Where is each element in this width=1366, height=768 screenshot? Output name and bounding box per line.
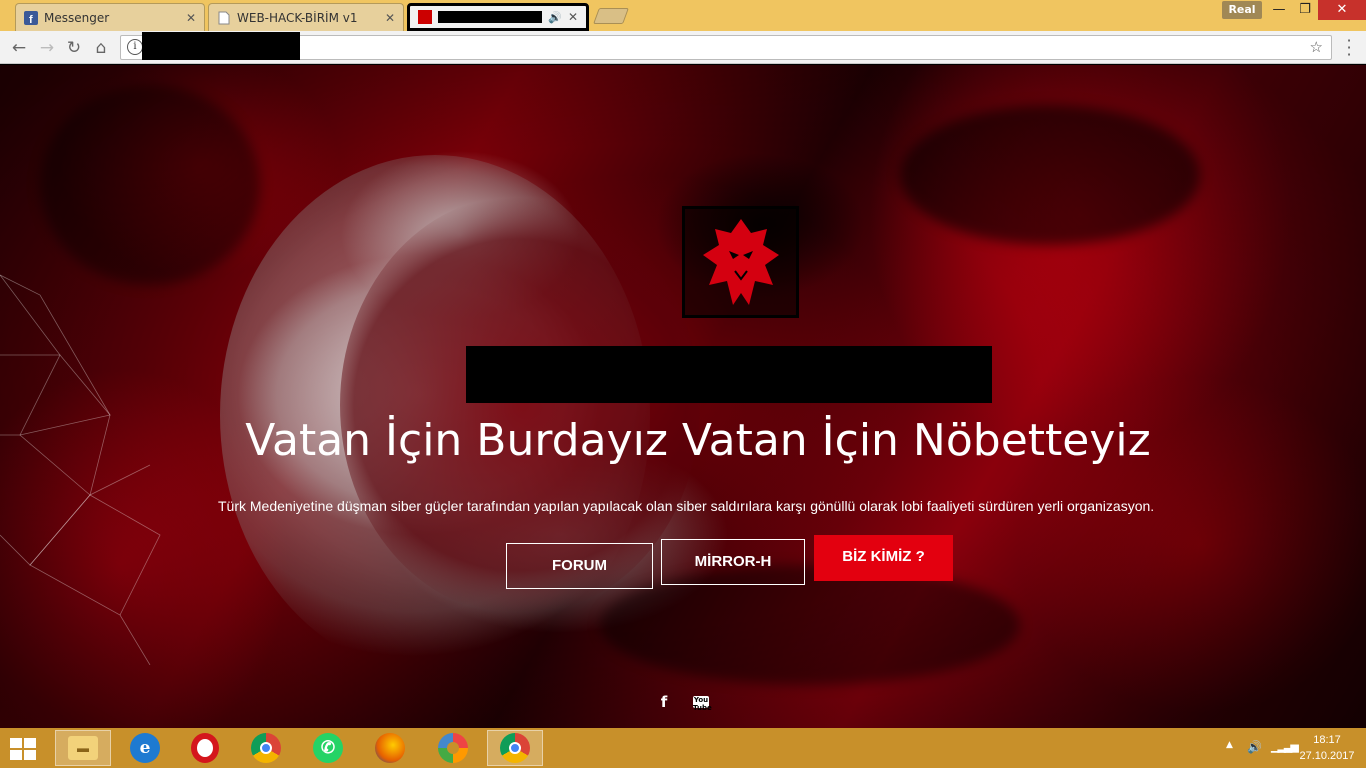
- tab-title: WEB-HACK-BİRİM v1: [237, 10, 358, 25]
- tab-web-hack[interactable]: WEB-HACK-BİRİM v1 ✕: [208, 3, 404, 31]
- facebook-icon[interactable]: f: [655, 693, 673, 711]
- close-icon[interactable]: ✕: [186, 11, 196, 25]
- opera-icon[interactable]: [177, 730, 233, 766]
- new-tab-button[interactable]: [593, 8, 629, 24]
- brand-title-redacted: [466, 346, 992, 403]
- picasa-icon[interactable]: [425, 730, 481, 766]
- firefox-icon[interactable]: [362, 730, 418, 766]
- browser-toolbar: ← → ↻ ⌂ i ☆ · · ·: [0, 31, 1366, 64]
- page-icon: [218, 11, 230, 24]
- tab-title: Messenger: [44, 10, 110, 25]
- bookmark-star-icon[interactable]: ☆: [1310, 38, 1323, 56]
- whatsapp-icon[interactable]: ✆: [300, 730, 356, 766]
- speaker-icon[interactable]: 🔊: [548, 11, 562, 24]
- tab-title-redacted: [438, 11, 543, 23]
- close-icon[interactable]: ✕: [385, 11, 395, 25]
- forum-button[interactable]: FORUM: [506, 543, 653, 589]
- youtube-icon[interactable]: You Tube: [693, 696, 712, 712]
- reload-icon[interactable]: ↻: [63, 37, 85, 59]
- hero-headline: Vatan İçin Burdayız Vatan İçin Nöbetteyi…: [245, 415, 1151, 466]
- back-arrow-icon[interactable]: ←: [8, 37, 30, 59]
- facebook-icon: f: [24, 10, 38, 25]
- clock-date: 27.10.2017: [1299, 750, 1355, 762]
- hero-subline: Türk Medeniyetine düşman siber güçler ta…: [218, 498, 1155, 514]
- logo: [682, 206, 799, 318]
- about-button[interactable]: BİZ KİMİZ ?: [814, 535, 953, 581]
- chrome-user-icon[interactable]: [487, 730, 543, 766]
- profile-badge[interactable]: Real: [1222, 1, 1262, 19]
- volume-icon[interactable]: 🔊: [1247, 740, 1262, 754]
- show-hidden-icons[interactable]: ▲: [1226, 740, 1233, 750]
- file-explorer-icon[interactable]: ▬: [55, 730, 111, 766]
- close-icon[interactable]: ✕: [568, 10, 578, 24]
- system-clock[interactable]: 18:17 27.10.2017: [1292, 732, 1362, 764]
- wolf-logo-icon: [703, 219, 779, 305]
- home-icon[interactable]: ⌂: [90, 37, 112, 59]
- page-hero: Vatan İçin Burdayız Vatan İçin Nöbetteyi…: [0, 65, 1366, 728]
- tab-active[interactable]: 🔊 ✕: [407, 3, 589, 31]
- restore-button[interactable]: ❐: [1292, 0, 1318, 20]
- page-icon: [418, 10, 432, 24]
- close-window-button[interactable]: ✕: [1318, 0, 1366, 20]
- tab-messenger[interactable]: f Messenger ✕: [15, 3, 205, 31]
- chrome-icon[interactable]: [238, 730, 294, 766]
- taskbar: ▬ e ✆ ▲ 🔊 ▁▂▃▅ 18:17 27.10.2017: [0, 728, 1366, 768]
- address-bar[interactable]: i ☆: [120, 32, 1332, 60]
- clock-time: 18:17: [1313, 734, 1341, 746]
- menu-icon[interactable]: · · ·: [1344, 33, 1354, 63]
- windows-start-icon[interactable]: [10, 738, 38, 760]
- internet-explorer-icon[interactable]: e: [117, 730, 173, 766]
- minimize-button[interactable]: —: [1266, 0, 1292, 20]
- mirror-button[interactable]: MİRROR-H: [661, 539, 805, 585]
- svg-text:f: f: [29, 14, 33, 25]
- tab-strip: f Messenger ✕ WEB-HACK-BİRİM v1 ✕ 🔊 ✕ Re…: [0, 0, 1366, 31]
- info-icon[interactable]: i: [127, 39, 143, 55]
- url-redacted[interactable]: [142, 32, 300, 60]
- forward-arrow-icon[interactable]: →: [36, 37, 58, 59]
